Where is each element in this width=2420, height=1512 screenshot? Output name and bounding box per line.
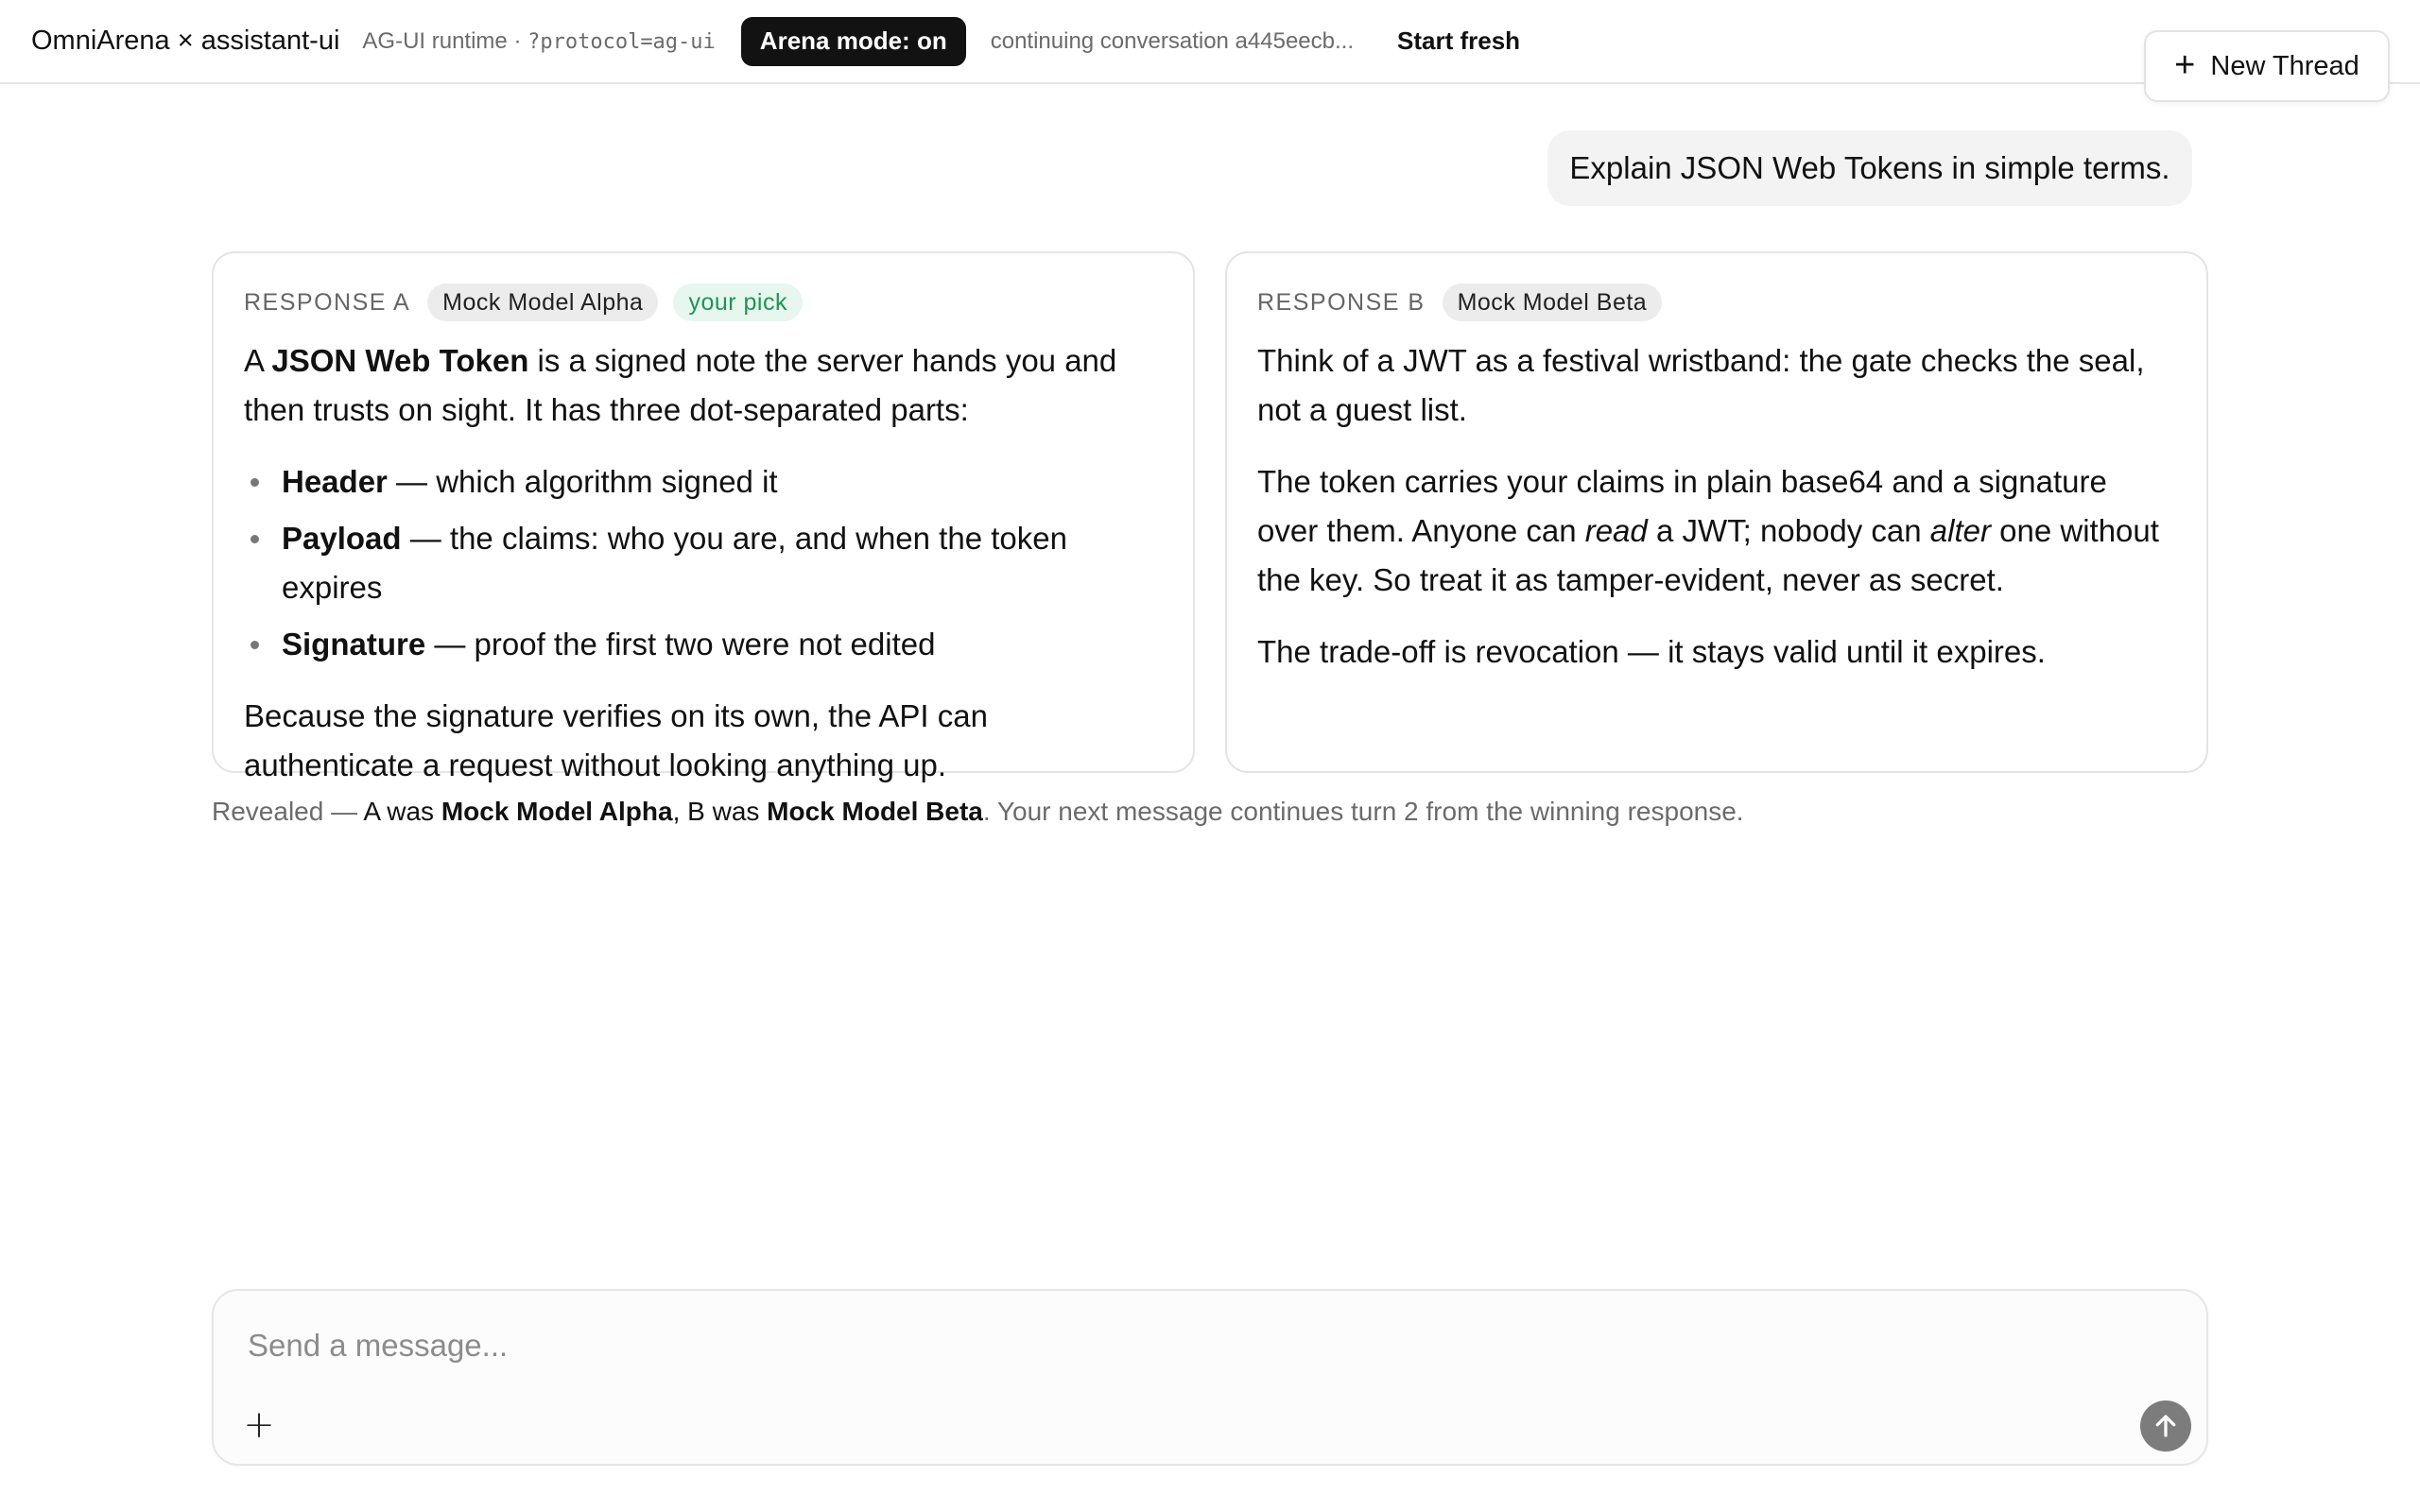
arrow-up-icon	[2155, 1415, 2176, 1437]
runtime-label: AG-UI runtime ·	[362, 27, 528, 54]
response-paragraph: The trade-off is revocation — it stays v…	[1257, 634, 2046, 669]
bold-term: Payload	[282, 521, 402, 556]
list-item: Header — which algorithm signed it	[244, 457, 1163, 507]
italic-term: alter	[1929, 513, 1991, 548]
text-span: A was	[363, 797, 441, 826]
message-composer: +	[212, 1289, 2208, 1466]
italic-term: read	[1584, 513, 1648, 548]
start-fresh-button[interactable]: Start fresh	[1397, 26, 1520, 56]
attach-button[interactable]: +	[236, 1402, 282, 1448]
runtime-info: AG-UI runtime · ?protocol=ag-ui	[362, 28, 715, 55]
text-span: Revealed —	[212, 797, 364, 826]
response-paragraph: Because the signature verifies on its ow…	[244, 698, 988, 782]
model-chip: Mock Model Beta	[1442, 284, 1663, 321]
app-title: OmniArena × assistant-ui	[31, 26, 340, 56]
response-paragraph: The token carries your claims in plain b…	[1257, 457, 2176, 605]
text-span: — proof the first two were not edited	[425, 627, 936, 662]
bold-term: JSON Web Token	[271, 343, 529, 378]
new-thread-label: New Thread	[2210, 50, 2360, 81]
app-root: OmniArena × assistant-ui AG-UI runtime ·…	[0, 0, 2420, 1512]
text-span: a JWT; nobody can	[1647, 513, 1930, 548]
text-span: . Your next message continues turn 2 fro…	[982, 797, 1744, 826]
model-chip: Mock Model Alpha	[427, 284, 659, 321]
your-pick-badge: your pick	[673, 284, 803, 321]
reveal-notice: Revealed — A was Mock Model Alpha, B was…	[212, 797, 1744, 827]
response-paragraph: A JSON Web Token is a signed note the se…	[244, 336, 1163, 435]
revealed-model-b: Mock Model Beta	[767, 797, 983, 826]
conversation-status: continuing conversation a445eecb...	[990, 27, 1354, 54]
response-card-header: RESPONSE B Mock Model Beta	[1257, 284, 2176, 321]
plus-icon: +	[243, 1403, 275, 1447]
arena-mode-toggle[interactable]: Arena mode: on	[740, 16, 966, 66]
top-bar: OmniArena × assistant-ui AG-UI runtime ·…	[0, 0, 2420, 84]
response-body: Think of a JWT as a festival wristband: …	[1257, 336, 2176, 677]
response-label: RESPONSE B	[1257, 288, 1426, 316]
runtime-protocol-param: ?protocol=ag-ui	[527, 29, 716, 54]
response-card-a[interactable]: RESPONSE A Mock Model Alpha your pick A …	[212, 251, 1195, 782]
text-span: A	[244, 343, 272, 378]
plus-icon: +	[2174, 44, 2196, 85]
send-button[interactable]	[2140, 1400, 2191, 1452]
list-item: Signature — proof the first two were not…	[244, 620, 1163, 669]
bold-term: Header	[282, 464, 388, 499]
parts-list: Header — which algorithm signed it Paylo…	[244, 457, 1163, 669]
response-card-b[interactable]: RESPONSE B Mock Model Beta Think of a JW…	[1225, 251, 2208, 773]
new-thread-button[interactable]: + New Thread	[2144, 30, 2390, 102]
response-paragraph: Think of a JWT as a festival wristband: …	[1257, 343, 2145, 427]
text-span: , B was	[672, 797, 768, 826]
list-item: Payload — the claims: who you are, and w…	[244, 514, 1163, 612]
message-input[interactable]	[248, 1317, 2138, 1374]
user-message-bubble: Explain JSON Web Tokens in simple terms.	[1547, 130, 2192, 206]
response-body: A JSON Web Token is a signed note the se…	[244, 336, 1163, 790]
bold-term: Signature	[282, 627, 426, 662]
response-label: RESPONSE A	[244, 288, 411, 316]
revealed-model-a: Mock Model Alpha	[441, 797, 673, 826]
response-card-header: RESPONSE A Mock Model Alpha your pick	[244, 284, 1163, 321]
text-span: — which algorithm signed it	[387, 464, 778, 499]
